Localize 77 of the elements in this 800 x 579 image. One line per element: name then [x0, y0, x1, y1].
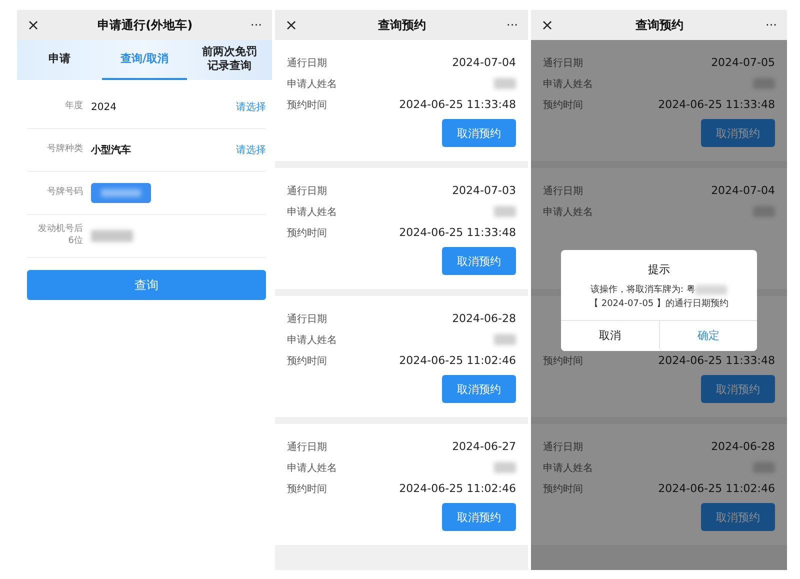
field-value: 2024	[91, 102, 118, 112]
close-button[interactable]: ×	[541, 18, 554, 32]
blurred-value	[91, 230, 133, 242]
more-button[interactable]: ···	[506, 19, 518, 31]
select-link[interactable]: 请选择	[236, 143, 266, 157]
row-value: 2024-06-25 11:33:48	[399, 98, 516, 111]
row-value: 2024-07-04	[452, 56, 516, 69]
tab[interactable]: 查询/取消	[102, 40, 187, 80]
dialog-message: 【 2024-07-05 】的通行日期预约	[589, 298, 729, 312]
row-label: 申请人姓名	[287, 78, 337, 90]
tab[interactable]: 申请	[17, 40, 102, 80]
page-title: 申请通行(外地车)	[98, 16, 193, 34]
cancel-booking-button[interactable]: 取消预约	[701, 375, 775, 403]
row-label: 预约时间	[543, 354, 583, 368]
select-link[interactable]: 请选择	[236, 100, 266, 114]
page-title: 查询预约	[636, 16, 684, 34]
cancel-booking-button[interactable]: 取消预约	[701, 503, 775, 531]
row-label: 申请人姓名	[543, 462, 593, 474]
row-label: 预约时间	[543, 482, 583, 496]
row-label: 申请人姓名	[287, 334, 337, 346]
row-value: 2024-06-25 11:33:48	[399, 226, 516, 239]
more-button[interactable]: ···	[766, 19, 777, 31]
cancel-booking-button[interactable]: 取消预约	[701, 119, 775, 147]
row-label: 申请人姓名	[287, 206, 337, 218]
field-value: 小型汽车	[91, 143, 132, 157]
blurred-name	[494, 206, 516, 217]
row-value: 2024-07-05	[711, 56, 775, 69]
query-button[interactable]: 查询	[27, 270, 266, 300]
row-value: 2024-07-04	[711, 184, 775, 197]
field-label: 年度	[64, 101, 83, 113]
plate-input-field[interactable]	[91, 183, 151, 203]
more-button[interactable]: ···	[250, 19, 262, 31]
blurred-name	[753, 206, 775, 217]
row-value: 2024-06-25 11:02:46	[399, 354, 516, 367]
row-label: 预约时间	[287, 482, 327, 496]
row-value: 2024-07-03	[452, 184, 516, 197]
tab[interactable]: 前两次免罚记录查询	[187, 40, 272, 80]
dialog-title: 提示	[647, 262, 671, 277]
row-value: 2024-06-28	[711, 440, 775, 453]
row-label: 预约时间	[287, 226, 327, 240]
field-label: 发动机号后 6位	[37, 224, 83, 248]
cancel-booking-button[interactable]: 取消预约	[442, 119, 516, 147]
page-title: 查询预约	[378, 16, 426, 34]
row-label: 通行日期	[287, 184, 327, 198]
field-label: 号牌号码	[46, 187, 83, 199]
row-label: 通行日期	[543, 440, 583, 454]
row-label: 预约时间	[543, 98, 583, 112]
close-button[interactable]: ×	[285, 18, 298, 32]
row-value: 2024-06-28	[452, 312, 516, 325]
row-label: 通行日期	[287, 440, 327, 454]
row-label: 预约时间	[287, 98, 327, 112]
row-value: 2024-06-25 11:33:48	[658, 98, 775, 111]
row-label: 申请人姓名	[287, 462, 337, 474]
row-label: 申请人姓名	[543, 206, 593, 218]
row-value: 2024-06-25 11:02:46	[658, 482, 775, 495]
row-label: 预约时间	[287, 354, 327, 368]
blurred-plate	[695, 285, 728, 296]
blurred-name	[753, 462, 775, 473]
row-value: 2024-06-27	[452, 440, 516, 453]
blurred-name	[753, 78, 775, 89]
row-label: 申请人姓名	[543, 78, 593, 90]
cancel-booking-button[interactable]: 取消预约	[442, 247, 516, 275]
cancel-booking-button[interactable]: 取消预约	[442, 503, 516, 531]
field-label: 号牌种类	[46, 144, 83, 156]
blurred-name	[494, 462, 516, 473]
row-label: 通行日期	[543, 56, 583, 70]
cancel-booking-button[interactable]: 取消预约	[442, 375, 516, 403]
row-value: 2024-06-25 11:02:46	[399, 482, 516, 495]
blurred-name	[494, 78, 516, 89]
row-value: 2024-06-25 11:33:48	[658, 354, 775, 367]
row-label: 通行日期	[287, 312, 327, 326]
close-button[interactable]: ×	[27, 18, 40, 32]
blurred-name	[494, 334, 516, 345]
row-label: 通行日期	[287, 56, 327, 70]
dialog-message: 该操作，将取消车牌为: 粤	[590, 284, 696, 297]
row-label: 通行日期	[543, 184, 583, 198]
dialog-confirm-button[interactable]: 确定	[658, 320, 757, 351]
